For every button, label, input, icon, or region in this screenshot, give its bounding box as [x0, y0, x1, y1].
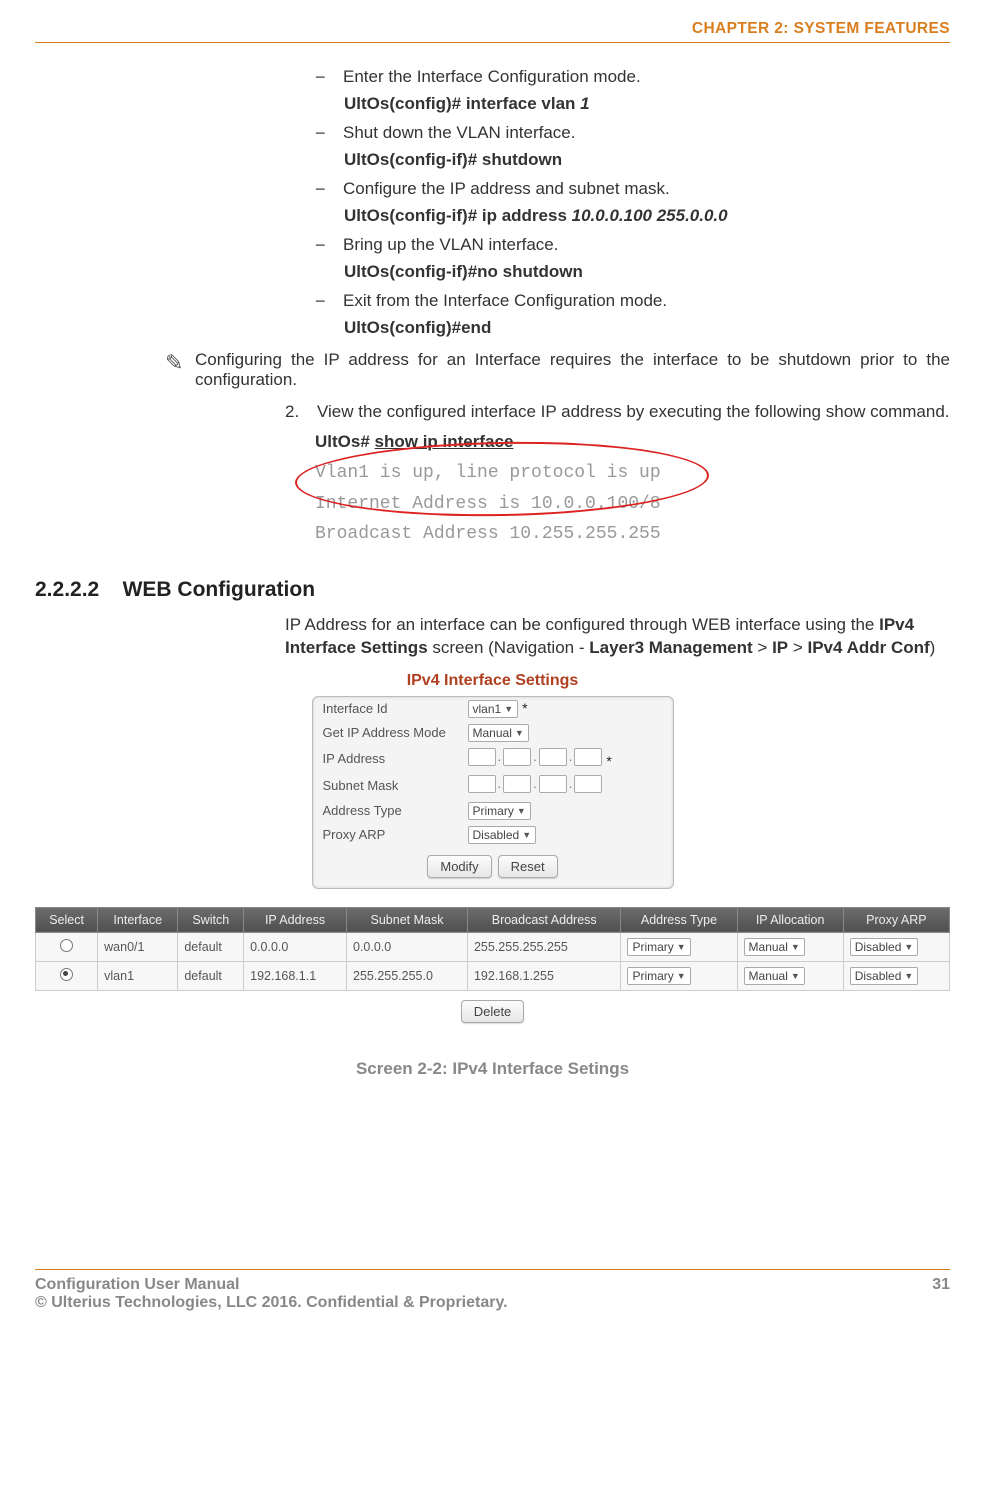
col-ip: IP Address	[244, 907, 347, 932]
header-rule	[35, 42, 950, 43]
pencil-icon: ✎	[165, 350, 195, 390]
step-text: Shut down the VLAN interface.	[343, 123, 946, 143]
col-select: Select	[36, 907, 98, 932]
row-alloc-select[interactable]: Manual▼	[744, 938, 805, 956]
field-label: IP Address	[323, 751, 468, 766]
numbered-step: 2. View the configured interface IP addr…	[285, 402, 950, 422]
col-mask: Subnet Mask	[347, 907, 468, 932]
show-command: UltOs# show ip interface	[315, 432, 950, 452]
footer-title: Configuration User Manual	[35, 1276, 239, 1294]
address-type-select[interactable]: Primary▼	[468, 802, 531, 820]
interfaces-table: Select Interface Switch IP Address Subne…	[35, 907, 950, 991]
chevron-down-icon: ▼	[517, 806, 526, 816]
reset-button[interactable]: Reset	[498, 855, 558, 878]
field-label: Get IP Address Mode	[323, 725, 468, 740]
command-output: Vlan1 is up, line protocol is up Interne…	[315, 452, 950, 550]
footer: Configuration User Manual 31	[35, 1276, 950, 1294]
subnet-mask-input[interactable]: ...	[468, 775, 603, 793]
table-row: vlan1 default 192.168.1.1 255.255.255.0 …	[36, 961, 950, 990]
row-select-radio[interactable]	[60, 939, 73, 952]
chapter-header: CHAPTER 2: SYSTEM FEATURES	[35, 20, 950, 38]
page-number: 31	[932, 1276, 950, 1294]
step-text: Exit from the Interface Configuration mo…	[343, 291, 946, 311]
row-proxy-select[interactable]: Disabled▼	[850, 938, 919, 956]
col-alloc: IP Allocation	[737, 907, 843, 932]
row-select-radio[interactable]	[60, 968, 73, 981]
field-label: Subnet Mask	[323, 778, 468, 793]
step-command: UltOs(config-if)# ip address 10.0.0.100 …	[344, 206, 950, 226]
step-list: −Enter the Interface Configuration mode.…	[315, 67, 950, 338]
step-text: Bring up the VLAN interface.	[343, 235, 946, 255]
step-text: Enter the Interface Configuration mode.	[343, 67, 946, 87]
row-type-select[interactable]: Primary▼	[627, 967, 690, 985]
col-bcast: Broadcast Address	[467, 907, 620, 932]
interface-id-select[interactable]: vlan1▼	[468, 700, 519, 718]
row-type-select[interactable]: Primary▼	[627, 938, 690, 956]
step-command: UltOs(config-if)#no shutdown	[344, 262, 950, 282]
field-label: Interface Id	[323, 701, 468, 716]
table-row: wan0/1 default 0.0.0.0 0.0.0.0 255.255.2…	[36, 932, 950, 961]
step-command: UltOs(config)#end	[344, 318, 950, 338]
chevron-down-icon: ▼	[504, 704, 513, 714]
chevron-down-icon: ▼	[522, 830, 531, 840]
field-label: Proxy ARP	[323, 827, 468, 842]
ip-address-input[interactable]: ...	[468, 748, 603, 766]
step-command: UltOs(config)# interface vlan 1	[344, 94, 950, 114]
field-label: Address Type	[323, 803, 468, 818]
section-heading: 2.2.2.2 WEB Configuration	[35, 578, 950, 602]
step-command: UltOs(config-if)# shutdown	[344, 150, 950, 170]
figure-caption: Screen 2-2: IPv4 Interface Setings	[35, 1059, 950, 1079]
footer-rule	[35, 1269, 950, 1270]
col-proxy: Proxy ARP	[843, 907, 949, 932]
note: ✎ Configuring the IP address for an Inte…	[165, 350, 950, 390]
settings-panel: Interface Id vlan1▼* Get IP Address Mode…	[312, 696, 674, 889]
row-proxy-select[interactable]: Disabled▼	[850, 967, 919, 985]
section-paragraph: IP Address for an interface can be confi…	[285, 614, 950, 660]
modify-button[interactable]: Modify	[427, 855, 491, 878]
delete-button[interactable]: Delete	[461, 1000, 525, 1023]
step-text: Configure the IP address and subnet mask…	[343, 179, 946, 199]
footer-copyright: © Ulterius Technologies, LLC 2016. Confi…	[35, 1294, 950, 1312]
panel-title: IPv4 Interface Settings	[35, 672, 950, 690]
ip-mode-select[interactable]: Manual▼	[468, 724, 529, 742]
col-switch: Switch	[178, 907, 244, 932]
row-alloc-select[interactable]: Manual▼	[744, 967, 805, 985]
col-type: Address Type	[621, 907, 737, 932]
proxy-arp-select[interactable]: Disabled▼	[468, 826, 537, 844]
col-interface: Interface	[98, 907, 178, 932]
chevron-down-icon: ▼	[515, 728, 524, 738]
